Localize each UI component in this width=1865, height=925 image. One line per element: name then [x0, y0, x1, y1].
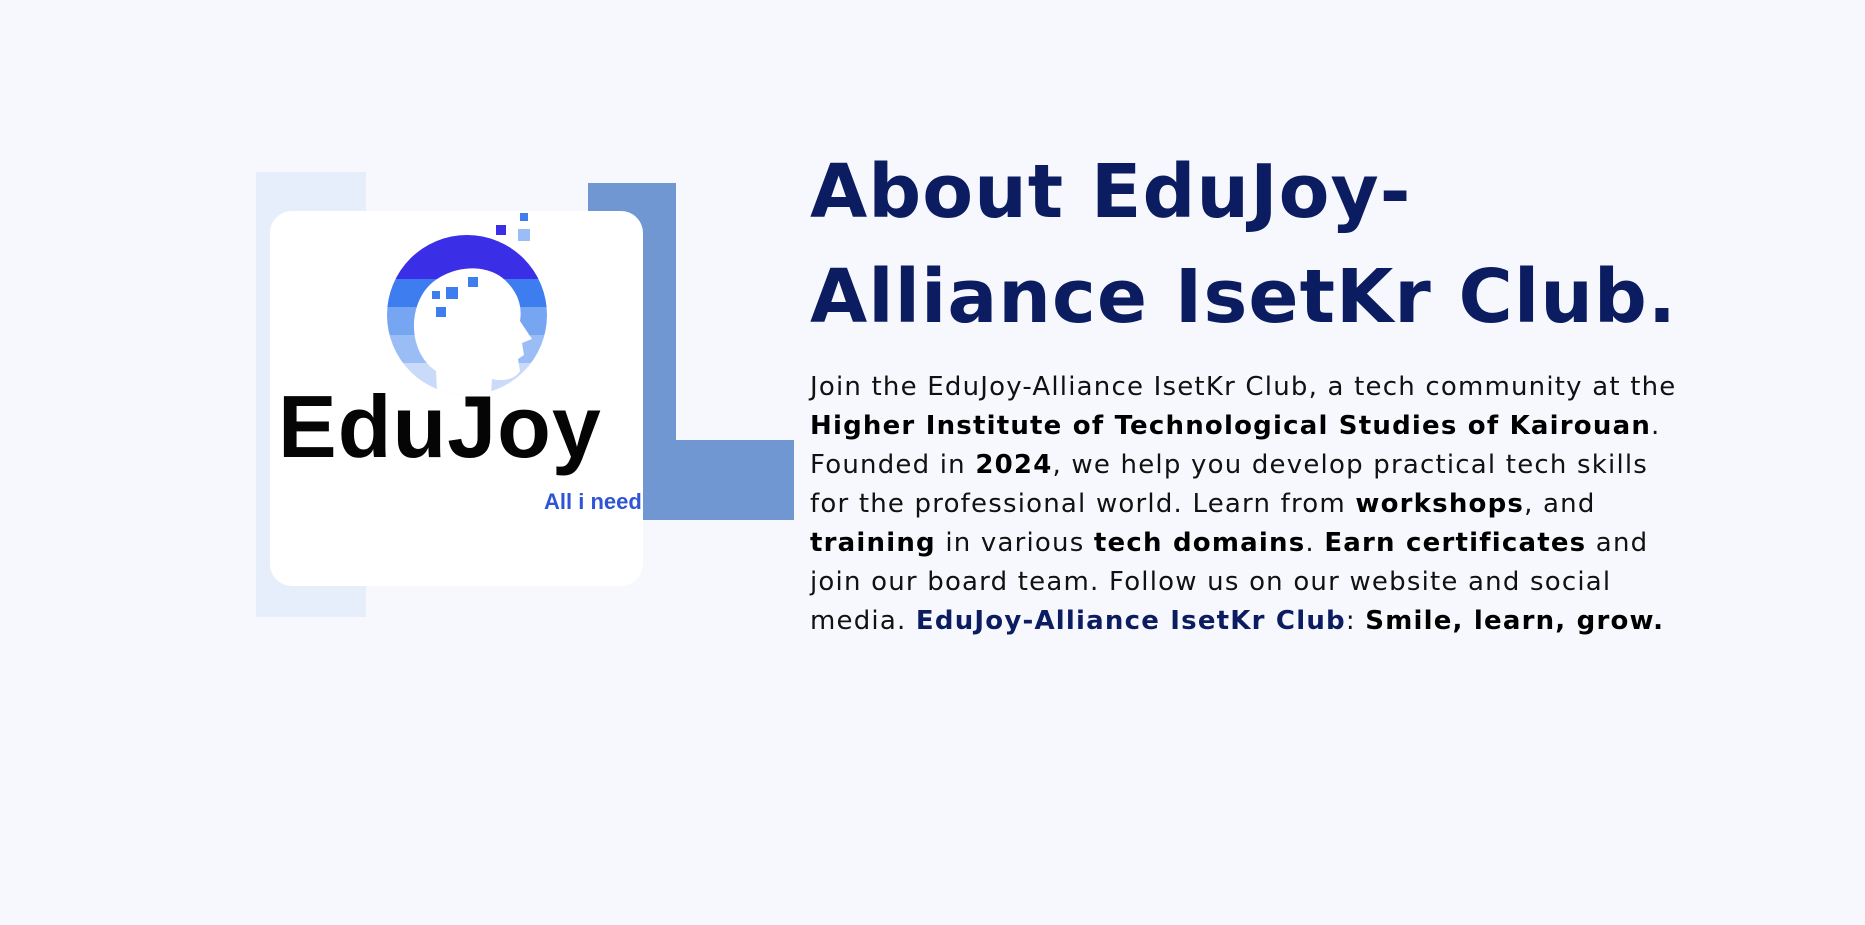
logo-wordmark: EduJoy — [278, 377, 602, 476]
desc-year: 2024 — [975, 450, 1053, 480]
desc-club-name: EduJoy-Alliance IsetKr Club — [915, 606, 1346, 636]
desc-workshops: workshops — [1355, 489, 1525, 519]
about-description: Join the EduJoy-Alliance IsetKr Club, a … — [810, 368, 1690, 641]
desc-institute: Higher Institute of Technological Studie… — [810, 411, 1652, 441]
title-line-1: About EduJoy- — [810, 149, 1412, 235]
desc-training: training — [810, 528, 936, 558]
club-logo: EduJoy All i need — [270, 211, 643, 586]
desc-text-8: : — [1345, 606, 1366, 636]
about-section: EduJoy All i need About EduJoy- Alliance… — [0, 0, 1865, 925]
desc-certificates: Earn certificates — [1324, 528, 1587, 558]
desc-text-4: , and — [1524, 489, 1596, 519]
desc-text-5: in various — [935, 528, 1094, 558]
desc-slogan: Smile, learn, grow. — [1365, 606, 1665, 636]
desc-text-1: Join the EduJoy-Alliance IsetKr Club, a … — [810, 372, 1677, 402]
desc-text-6: . — [1305, 528, 1325, 558]
title-line-2: Alliance IsetKr Club. — [810, 254, 1677, 340]
desc-domains: tech domains — [1093, 528, 1306, 558]
logo-tagline: All i need — [544, 489, 642, 514]
page-title: About EduJoy- Alliance IsetKr Club. — [810, 140, 1690, 350]
about-content: About EduJoy- Alliance IsetKr Club. Join… — [810, 140, 1690, 641]
